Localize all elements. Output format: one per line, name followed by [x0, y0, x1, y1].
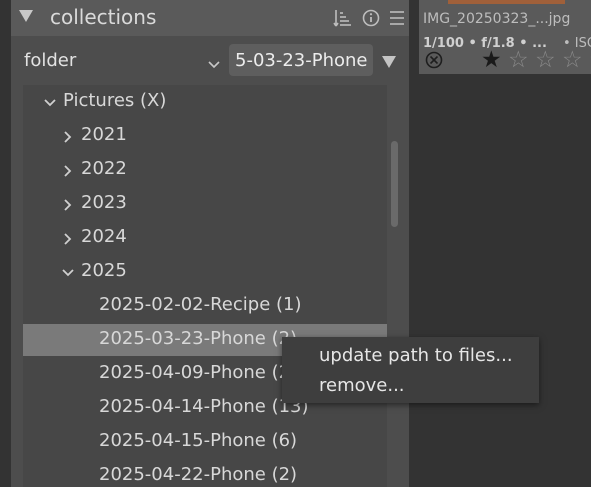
folder-tree: Pictures (X) 2021 2022 2023 2024 2025 20… [23, 85, 387, 487]
thumbnail-image[interactable] [448, 0, 565, 4]
tree-row[interactable]: 2025 [23, 256, 387, 288]
reject-icon[interactable] [425, 51, 443, 69]
tree-row[interactable]: 2023 [23, 188, 387, 220]
chevron-right-icon[interactable] [61, 197, 75, 211]
info-icon[interactable] [361, 8, 381, 28]
chevron-right-icon[interactable] [61, 231, 75, 245]
lighttable-area: IMG_20250323_...jpg 1/100 • f/1.8 • ... … [415, 0, 591, 487]
collapse-arrow-icon[interactable] [19, 10, 33, 22]
tree-label: 2024 [81, 226, 127, 247]
star-empty-icon[interactable]: ☆ [535, 47, 556, 73]
tree-row[interactable]: 2024 [23, 222, 387, 254]
property-selector-row: folder 5-03-23-Phone [11, 44, 409, 78]
panel-header[interactable]: collections [11, 0, 409, 36]
tree-label: 2025 [81, 260, 127, 281]
star-empty-icon[interactable]: ☆ [562, 47, 583, 73]
tree-label: 2025-04-09-Phone (2) [99, 362, 298, 383]
context-menu: update path to files... remove... [282, 337, 539, 403]
star-filled-icon[interactable]: ★ [481, 47, 502, 73]
filter-text-value: 5-03-23-Phone [235, 50, 368, 71]
tree-label: 2023 [81, 192, 127, 213]
chevron-down-icon[interactable] [43, 95, 57, 109]
menu-item-update-path[interactable]: update path to files... [319, 345, 513, 366]
tree-label: 2022 [81, 158, 127, 179]
chevron-down-icon[interactable] [61, 265, 75, 279]
tree-scrollbar[interactable] [388, 85, 400, 487]
thumbnail-card[interactable]: IMG_20250323_...jpg 1/100 • f/1.8 • ... … [419, 0, 591, 74]
tree-row[interactable]: Pictures (X) [23, 86, 387, 118]
tree-label: 2025-04-14-Phone (13) [99, 396, 309, 417]
filter-dropdown-icon[interactable] [382, 56, 396, 68]
tree-label: 2025-04-22-Phone (2) [99, 464, 298, 485]
tree-label: 2025-04-15-Phone (6) [99, 430, 298, 451]
sort-icon[interactable] [332, 8, 352, 28]
chevron-right-icon[interactable] [61, 163, 75, 177]
panel-title: collections [50, 5, 157, 29]
tree-row[interactable]: 2025-04-22-Phone (2) [23, 460, 387, 487]
tree-label: Pictures (X) [63, 90, 167, 111]
menu-item-remove[interactable]: remove... [319, 375, 405, 396]
tree-row[interactable]: 2025-04-15-Phone (6) [23, 426, 387, 458]
chevron-right-icon[interactable] [61, 129, 75, 143]
chevron-down-icon[interactable] [207, 55, 221, 74]
star-empty-icon[interactable]: ☆ [508, 47, 529, 73]
tree-row[interactable]: 2021 [23, 120, 387, 152]
thumbnail-filename: IMG_20250323_...jpg [423, 11, 571, 27]
scrollbar-thumb[interactable] [391, 141, 398, 227]
tree-label: 2021 [81, 124, 127, 145]
tree-row[interactable]: 2022 [23, 154, 387, 186]
tree-row[interactable]: 2025-02-02-Recipe (1) [23, 290, 387, 322]
tree-label: 2025-02-02-Recipe (1) [99, 294, 302, 315]
hamburger-menu-icon[interactable] [387, 8, 407, 28]
property-combobox[interactable]: folder [24, 50, 76, 71]
tree-label: 2025-03-23-Phone (2) [99, 328, 298, 349]
filter-text-entry[interactable]: 5-03-23-Phone [229, 44, 373, 76]
collections-panel: collections folder 5-03-23-Phone Picture… [11, 0, 409, 487]
